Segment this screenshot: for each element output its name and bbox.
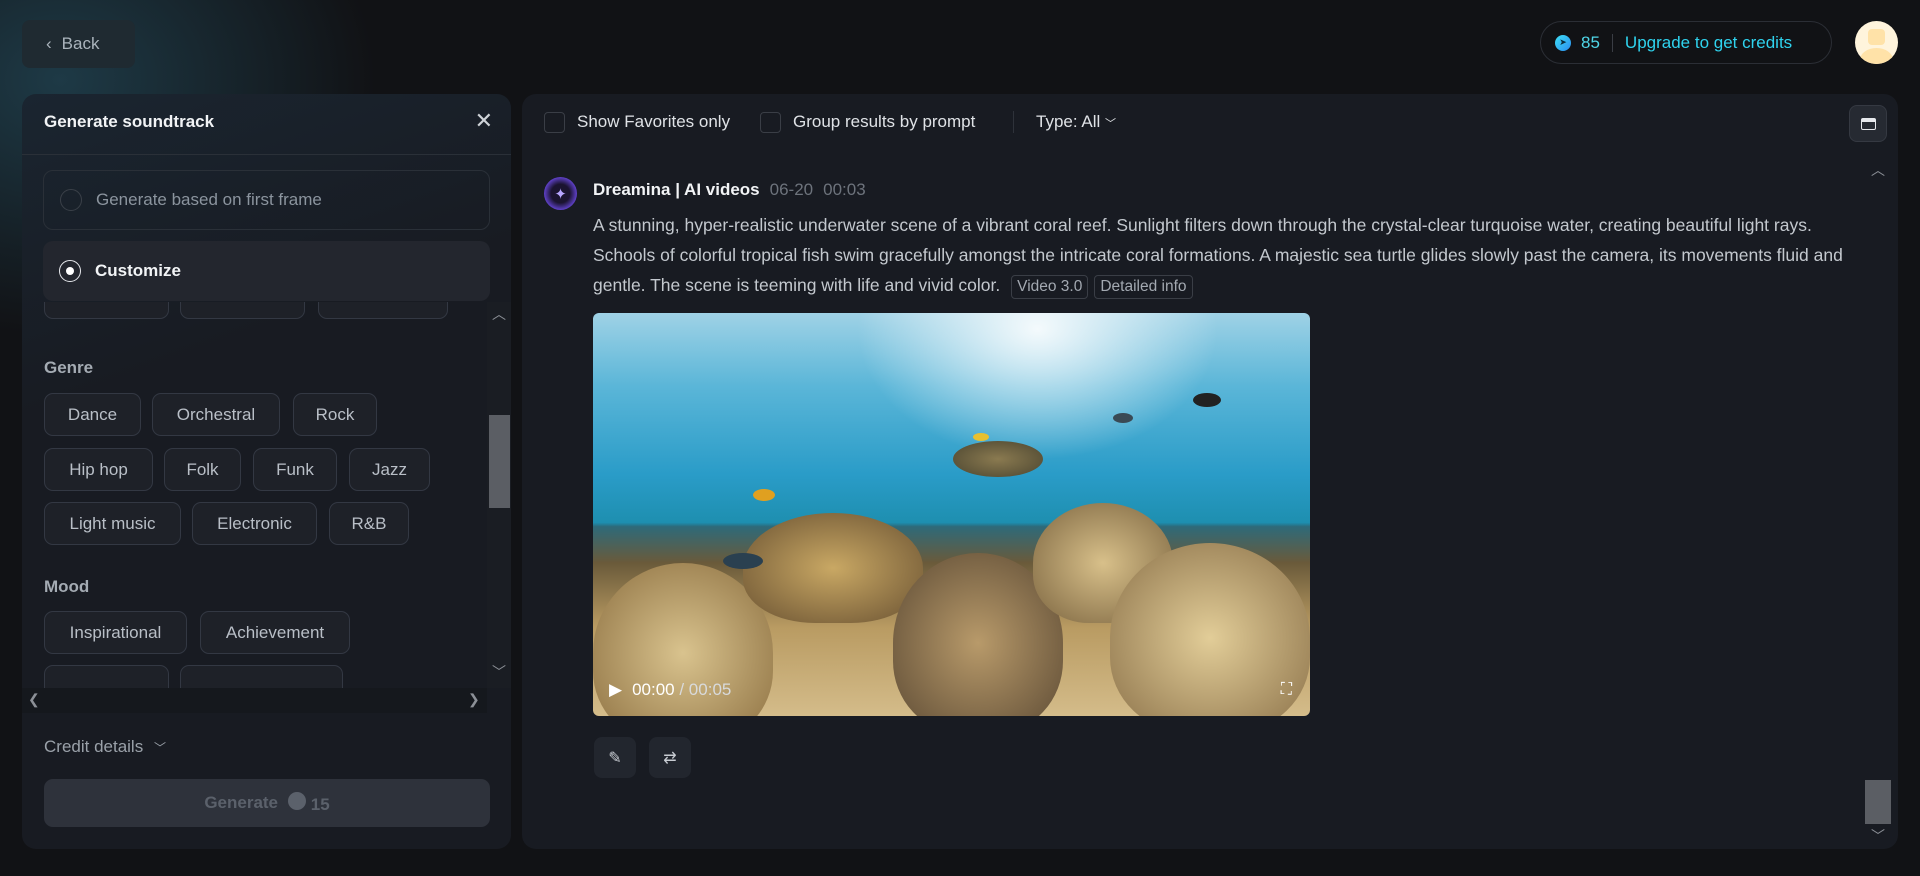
divider (1611, 33, 1613, 52)
option-label: Customize (95, 261, 181, 280)
folder-icon (1860, 117, 1876, 130)
option-label: Generate based on first frame (96, 190, 322, 209)
result-time: 00:03 (823, 180, 866, 199)
favorites-checkbox[interactable] (544, 112, 565, 133)
chip-rnb[interactable]: R&B (329, 502, 409, 545)
results-scrollbar[interactable]: ︿ ﹀ (1865, 160, 1891, 844)
folder-button[interactable] (1849, 105, 1887, 142)
credit-details-label: Credit details (44, 737, 144, 756)
radio-icon (60, 189, 82, 211)
prompt-text: A stunning, hyper-realistic underwater s… (593, 210, 1853, 300)
mood-label: Mood (44, 577, 90, 596)
video-controls: ▶ 00:00 / 00:05 (609, 680, 731, 700)
user-avatar[interactable] (1855, 21, 1898, 64)
chip-hip-hop[interactable]: Hip hop (44, 448, 153, 491)
credits-pill[interactable]: ➤ 85 Upgrade to get credits (1540, 21, 1832, 64)
panel-title: Generate soundtrack (44, 112, 215, 131)
detailed-info-tag[interactable]: Detailed info (1094, 275, 1193, 299)
author-name: Dreamina | AI videos (593, 180, 760, 199)
chip-partial[interactable] (44, 665, 169, 688)
genre-label: Genre (44, 358, 94, 377)
scroll-up-icon[interactable]: ︿ (1871, 160, 1885, 180)
option-first-frame[interactable]: Generate based on first frame (43, 170, 490, 230)
fish (753, 489, 775, 501)
back-label: Back (61, 34, 100, 53)
divider (1013, 111, 1014, 133)
chip-achievement[interactable]: Achievement (200, 611, 350, 654)
chip-dance[interactable]: Dance (44, 393, 141, 436)
chip-folk[interactable]: Folk (164, 448, 241, 491)
chip-partial[interactable] (180, 302, 305, 319)
back-button[interactable]: ‹ Back (22, 20, 135, 68)
horizontal-scrollbar[interactable]: ❮ ❯ (22, 688, 487, 713)
style-options-scroll[interactable]: Genre Dance Orchestral Rock Hip hop Folk… (22, 302, 487, 688)
scroll-left-icon[interactable]: ❮ (28, 691, 40, 708)
video-player[interactable]: ▶ 00:00 / 00:05 ⛶ (593, 313, 1310, 716)
scroll-right-icon[interactable]: ❯ (468, 691, 480, 708)
play-icon[interactable]: ▶ (609, 680, 622, 700)
upgrade-link[interactable]: Upgrade to get credits (1625, 33, 1792, 53)
model-tag[interactable]: Video 3.0 (1011, 275, 1089, 299)
fish (973, 433, 989, 441)
credit-details-toggle[interactable]: Credit details ﹀ (44, 737, 166, 757)
chip-partial[interactable] (180, 665, 343, 688)
chip-rock[interactable]: Rock (293, 393, 377, 436)
vertical-scrollbar[interactable]: ︿ ﹀ (487, 302, 511, 688)
generate-cost: 15 (310, 794, 330, 814)
chip-inspirational[interactable]: Inspirational (44, 611, 187, 654)
fish (1193, 393, 1221, 407)
chevron-down-icon: ﹀ (1105, 118, 1116, 130)
fullscreen-icon[interactable]: ⛶ (1281, 681, 1292, 699)
chip-partial[interactable] (318, 302, 448, 319)
prompt-body: A stunning, hyper-realistic underwater s… (593, 215, 1843, 295)
type-filter-label: Type: All (1036, 112, 1101, 131)
chip-electronic[interactable]: Electronic (192, 502, 317, 545)
divider (22, 154, 511, 155)
edit-button[interactable]: ✎ (594, 737, 636, 778)
coral (743, 513, 923, 623)
generate-button[interactable]: Generate 15 (44, 779, 490, 827)
scroll-down-icon[interactable]: ﹀ (492, 662, 506, 682)
credit-coin-icon: ➤ (1555, 34, 1571, 51)
result-header: Dreamina | AI videos 06-20 00:03 (593, 180, 866, 200)
regenerate-button[interactable]: ⇄ (649, 737, 691, 778)
credit-count: 85 (1581, 32, 1600, 52)
close-icon[interactable]: ✕ (475, 108, 493, 134)
chip-orchestral[interactable]: Orchestral (152, 393, 280, 436)
sea-turtle (953, 441, 1043, 477)
chevron-down-icon: ﹀ (153, 741, 166, 755)
results-panel: Show Favorites only Group results by pro… (522, 94, 1898, 849)
fish (1113, 413, 1133, 423)
scrollbar-thumb[interactable] (489, 415, 510, 508)
scroll-up-icon[interactable]: ︿ (492, 304, 506, 324)
scroll-down-icon[interactable]: ﹀ (1871, 826, 1885, 846)
type-filter-dropdown[interactable]: Type: All ﹀ (1036, 112, 1116, 132)
group-checkbox[interactable] (760, 112, 781, 133)
result-date: 06-20 (769, 180, 814, 199)
scrollbar-thumb[interactable] (1865, 780, 1891, 824)
current-time: 00:00 (632, 680, 675, 699)
video-duration: / 00:05 (679, 680, 732, 699)
pencil-icon: ✎ (608, 749, 622, 767)
credit-coin-icon (288, 791, 307, 810)
chip-partial[interactable] (44, 302, 169, 319)
repeat-icon: ⇄ (663, 749, 677, 767)
option-customize[interactable]: Customize (43, 241, 490, 301)
chip-funk[interactable]: Funk (253, 448, 337, 491)
group-label[interactable]: Group results by prompt (793, 112, 975, 132)
radio-selected-icon (59, 260, 81, 282)
chip-jazz[interactable]: Jazz (349, 448, 430, 491)
dreamina-avatar-icon: ✦ (544, 177, 577, 210)
soundtrack-panel: Generate soundtrack ✕ Generate based on … (22, 94, 511, 849)
chip-light-music[interactable]: Light music (44, 502, 181, 545)
favorites-label[interactable]: Show Favorites only (577, 112, 730, 132)
chevron-left-icon: ‹ (46, 34, 52, 53)
fish (723, 553, 763, 569)
generate-label: Generate (204, 793, 279, 812)
